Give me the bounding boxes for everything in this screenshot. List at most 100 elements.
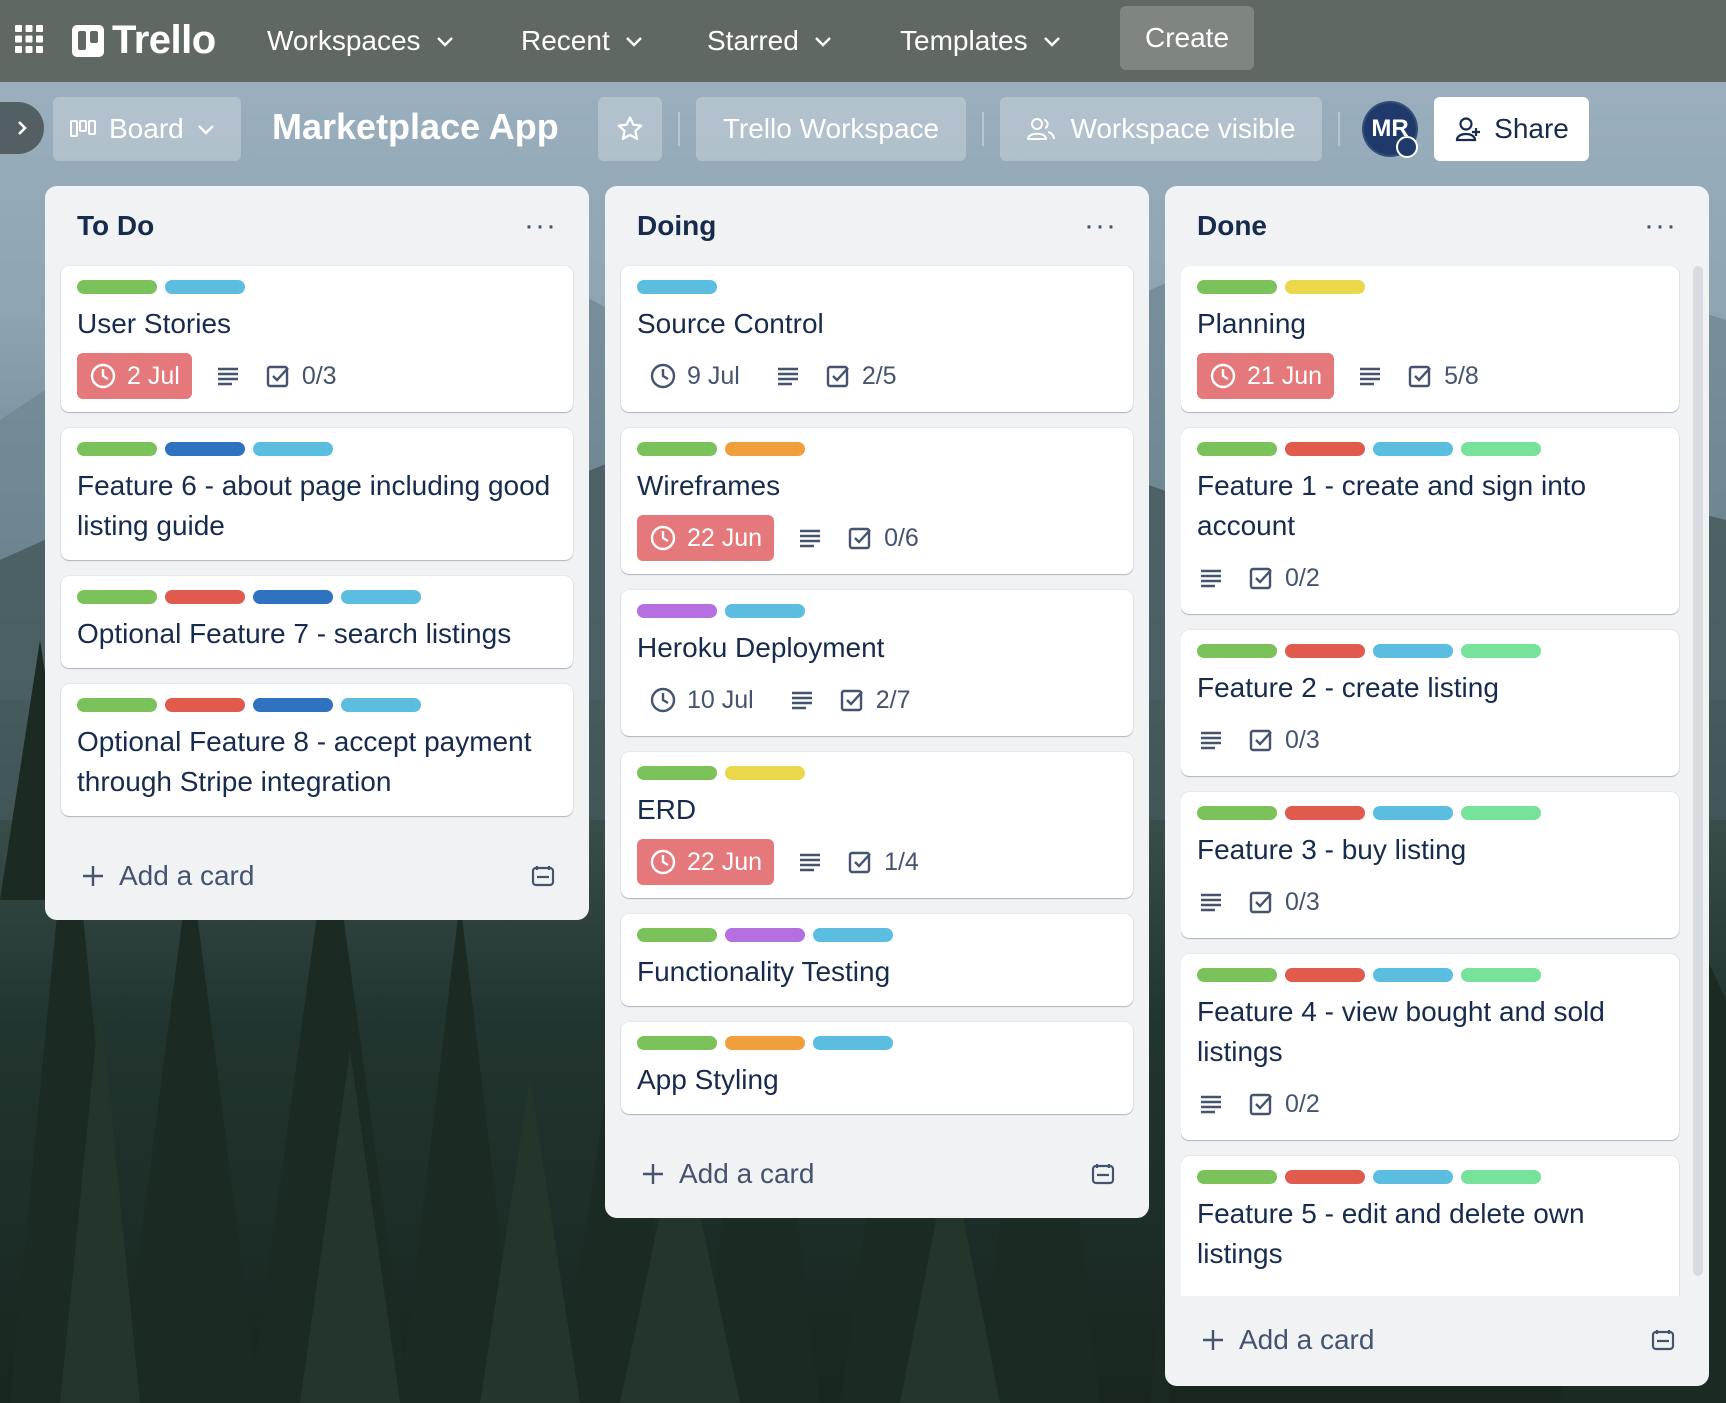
- card-label-lime[interactable]: [1461, 968, 1541, 982]
- more-options-icon[interactable]: ···: [524, 211, 557, 241]
- nav-menu-workspaces[interactable]: Workspaces: [255, 16, 467, 66]
- card-label-green[interactable]: [1197, 644, 1277, 658]
- card-label-green[interactable]: [1197, 806, 1277, 820]
- card[interactable]: Optional Feature 7 - search listings: [61, 576, 573, 668]
- add-card-button[interactable]: Add a card: [1181, 1296, 1693, 1384]
- due-date-badge[interactable]: 21 Jun: [1197, 353, 1335, 399]
- card[interactable]: Feature 1 - create and sign into account…: [1181, 428, 1679, 614]
- card-label-red[interactable]: [1285, 442, 1365, 456]
- card-label-sky[interactable]: [1373, 806, 1453, 820]
- card-label-red[interactable]: [165, 590, 245, 604]
- card-template-icon[interactable]: [529, 862, 557, 890]
- card-label-green[interactable]: [637, 1036, 717, 1050]
- card-label-orange[interactable]: [725, 1036, 805, 1050]
- board-title[interactable]: Marketplace App: [272, 106, 559, 148]
- due-date-badge[interactable]: 10 Jul: [637, 677, 766, 723]
- star-board-button[interactable]: [598, 97, 662, 161]
- chevron-down-icon: [814, 37, 831, 47]
- card-label-sky[interactable]: [1373, 1170, 1453, 1184]
- card-label-sky[interactable]: [813, 1036, 893, 1050]
- card-label-blue[interactable]: [165, 442, 245, 456]
- trello-logo[interactable]: Trello: [72, 18, 216, 63]
- card-label-sky[interactable]: [637, 280, 717, 294]
- card[interactable]: App Styling: [621, 1022, 1133, 1114]
- due-date-badge[interactable]: 2 Jul: [77, 353, 192, 399]
- card-label-red[interactable]: [1285, 1170, 1365, 1184]
- card-label-red[interactable]: [1285, 644, 1365, 658]
- card-label-lime[interactable]: [1461, 1170, 1541, 1184]
- list-title[interactable]: To Do: [77, 210, 154, 242]
- card-label-sky[interactable]: [341, 590, 421, 604]
- card[interactable]: Source Control 9 Jul 2/5: [621, 266, 1133, 412]
- card-label-green[interactable]: [77, 698, 157, 712]
- card[interactable]: Planning 21 Jun 5/8: [1181, 266, 1679, 412]
- card-label-green[interactable]: [1197, 1170, 1277, 1184]
- list-title[interactable]: Doing: [637, 210, 716, 242]
- card-label-sky[interactable]: [1373, 644, 1453, 658]
- card[interactable]: Heroku Deployment 10 Jul 2/7: [621, 590, 1133, 736]
- add-card-button[interactable]: Add a card: [621, 1130, 1133, 1218]
- card-label-sky[interactable]: [725, 604, 805, 618]
- card-label-red[interactable]: [1285, 968, 1365, 982]
- workspace-button[interactable]: Trello Workspace: [696, 97, 966, 161]
- card-label-red[interactable]: [1285, 806, 1365, 820]
- card[interactable]: Wireframes 22 Jun 0/6: [621, 428, 1133, 574]
- board-view-icon: [70, 120, 96, 137]
- card[interactable]: Feature 2 - create listing 0/3: [1181, 630, 1679, 776]
- board-view-switcher[interactable]: Board: [53, 97, 241, 161]
- card[interactable]: Optional Feature 8 - accept payment thro…: [61, 684, 573, 816]
- due-date-badge[interactable]: 9 Jul: [637, 353, 752, 399]
- more-options-icon[interactable]: ···: [1084, 211, 1117, 241]
- card-label-yellow[interactable]: [1285, 280, 1365, 294]
- share-button[interactable]: Share: [1434, 97, 1589, 161]
- card-label-lime[interactable]: [1461, 806, 1541, 820]
- trello-logo-text: Trello: [112, 18, 216, 62]
- card-template-icon[interactable]: [1649, 1326, 1677, 1354]
- card[interactable]: User Stories 2 Jul 0/3: [61, 266, 573, 412]
- card-label-sky[interactable]: [1373, 442, 1453, 456]
- card-label-red[interactable]: [165, 698, 245, 712]
- create-button[interactable]: Create: [1120, 6, 1254, 70]
- card-label-blue[interactable]: [253, 590, 333, 604]
- card-label-sky[interactable]: [253, 442, 333, 456]
- card-template-icon[interactable]: [1089, 1160, 1117, 1188]
- card-label-purple[interactable]: [637, 604, 717, 618]
- card[interactable]: Functionality Testing: [621, 914, 1133, 1006]
- card[interactable]: Feature 4 - view bought and sold listing…: [1181, 954, 1679, 1140]
- card-label-blue[interactable]: [253, 698, 333, 712]
- card-label-green[interactable]: [77, 442, 157, 456]
- card[interactable]: Feature 5 - edit and delete own listings: [1181, 1156, 1679, 1296]
- card-label-yellow[interactable]: [725, 766, 805, 780]
- card-label-sky[interactable]: [813, 928, 893, 942]
- list-title[interactable]: Done: [1197, 210, 1267, 242]
- card-label-sky[interactable]: [165, 280, 245, 294]
- due-date-badge[interactable]: 22 Jun: [637, 515, 775, 561]
- card-label-green[interactable]: [1197, 442, 1277, 456]
- card[interactable]: ERD 22 Jun 1/4: [621, 752, 1133, 898]
- nav-menu-templates[interactable]: Templates: [888, 16, 1074, 66]
- card-label-sky[interactable]: [341, 698, 421, 712]
- card[interactable]: Feature 6 - about page including good li…: [61, 428, 573, 560]
- card-label-purple[interactable]: [725, 928, 805, 942]
- card-label-lime[interactable]: [1461, 644, 1541, 658]
- card-label-green[interactable]: [77, 590, 157, 604]
- card-label-orange[interactable]: [725, 442, 805, 456]
- more-options-icon[interactable]: ···: [1644, 211, 1677, 241]
- card-label-lime[interactable]: [1461, 442, 1541, 456]
- description-badge: [1197, 1292, 1225, 1296]
- app-switcher-icon[interactable]: [14, 24, 44, 54]
- card-label-green[interactable]: [1197, 968, 1277, 982]
- list-scrollbar[interactable]: [1693, 266, 1703, 1276]
- visibility-button[interactable]: Workspace visible: [1000, 97, 1322, 161]
- card-label-green[interactable]: [637, 442, 717, 456]
- nav-menu-recent[interactable]: Recent: [509, 16, 656, 66]
- card-label-green[interactable]: [77, 280, 157, 294]
- nav-menu-starred[interactable]: Starred: [695, 16, 845, 66]
- card-label-green[interactable]: [637, 766, 717, 780]
- due-date-badge[interactable]: 22 Jun: [637, 839, 775, 885]
- card[interactable]: Feature 3 - buy listing 0/3: [1181, 792, 1679, 938]
- add-card-button[interactable]: Add a card: [61, 832, 573, 920]
- card-label-green[interactable]: [1197, 280, 1277, 294]
- card-label-green[interactable]: [637, 928, 717, 942]
- card-label-sky[interactable]: [1373, 968, 1453, 982]
